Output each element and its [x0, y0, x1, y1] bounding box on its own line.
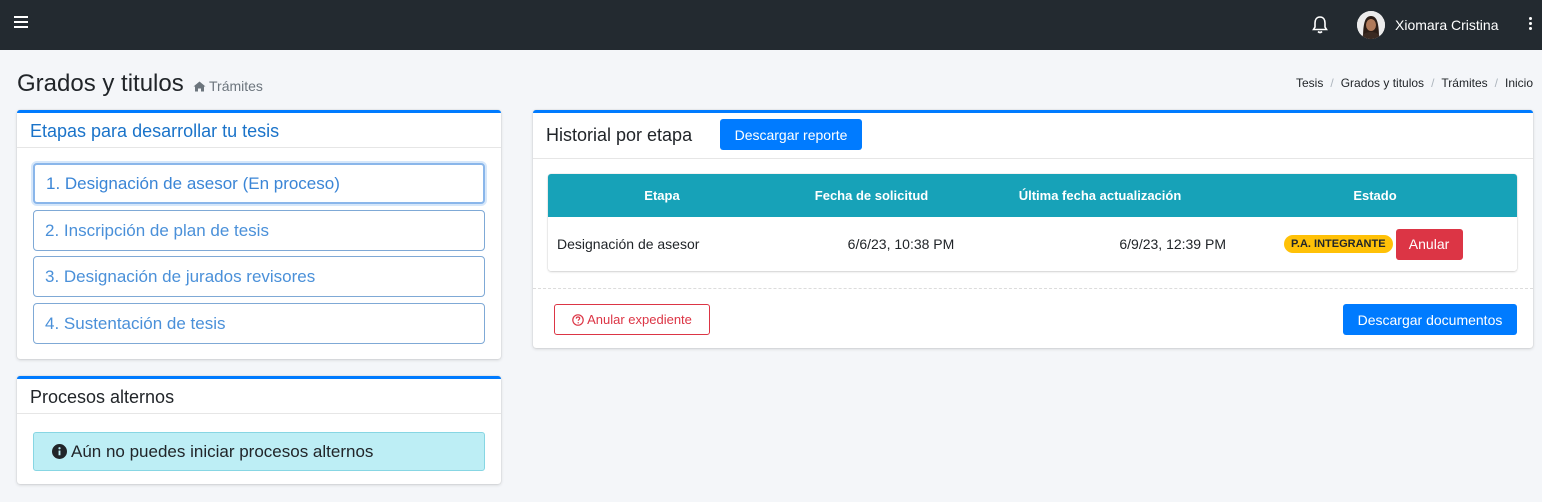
info-alert: Aún no puedes iniciar procesos alternos [33, 432, 485, 471]
bell-icon[interactable] [1311, 15, 1329, 35]
hamburger-menu-icon[interactable] [14, 16, 28, 34]
download-documents-button[interactable]: Descargar documentos [1343, 304, 1517, 335]
info-icon [52, 444, 67, 459]
user-name: Xiomara Cristina [1395, 17, 1499, 33]
kebab-menu-icon[interactable] [1527, 17, 1533, 33]
breadcrumb-item-tesis[interactable]: Tesis [1296, 76, 1323, 90]
column-header-estado: Estado [1353, 188, 1397, 203]
column-header-ultima-actualizacion: Última fecha actualización [1018, 188, 1182, 203]
divider [533, 288, 1533, 289]
info-alert-text: Aún no puedes iniciar procesos alternos [71, 441, 374, 461]
breadcrumb-separator: / [1494, 76, 1498, 90]
breadcrumb: Tesis / Grados y titulos / Trámites / In… [1296, 76, 1533, 90]
page-title: Grados y titulos [17, 70, 184, 97]
cancel-file-label: Anular expediente [587, 312, 692, 327]
cell-etapa: Designación de asesor [557, 236, 700, 252]
status-badge: P.A. INTEGRANTE [1284, 235, 1393, 253]
stage-item-sustentacion[interactable]: 4. Sustentación de tesis [33, 303, 485, 344]
table-header: Etapa Fecha de solicitud Última fecha ac… [548, 174, 1517, 217]
alternate-processes-title: Procesos alternos [17, 379, 501, 414]
history-card-header: Historial por etapa [533, 113, 1533, 159]
download-report-button[interactable]: Descargar reporte [720, 119, 862, 150]
cell-ultima-actualizacion: 6/9/23, 12:39 PM [1119, 236, 1226, 252]
cancel-file-button[interactable]: Anular expediente [554, 304, 710, 335]
breadcrumb-separator: / [1330, 76, 1334, 90]
user-menu[interactable]: Xiomara Cristina [1357, 11, 1498, 39]
stages-card: Etapas para desarrollar tu tesis 1. Desi… [17, 110, 501, 359]
stage-item-designacion-asesor[interactable]: 1. Designación de asesor (En proceso) [33, 163, 485, 204]
home-icon [193, 81, 206, 91]
breadcrumb-item-grados[interactable]: Grados y titulos [1341, 76, 1424, 90]
stages-card-title: Etapas para desarrollar tu tesis [17, 113, 501, 148]
page-subtitle: Trámites [193, 78, 263, 94]
stage-item-jurados-revisores[interactable]: 3. Designación de jurados revisores [33, 256, 485, 297]
question-circle-icon [572, 313, 584, 326]
breadcrumb-separator: / [1431, 76, 1435, 90]
top-navbar: Xiomara Cristina [0, 0, 1542, 50]
cell-fecha-solicitud: 6/6/23, 10:38 PM [847, 236, 955, 252]
breadcrumb-item-inicio: Inicio [1504, 76, 1533, 90]
avatar [1357, 11, 1385, 39]
page-subtitle-text: Trámites [209, 78, 263, 94]
cancel-stage-button[interactable]: Anular [1395, 228, 1463, 260]
cell-estado: P.A. INTEGRANTE Anular [1284, 217, 1463, 271]
table-row: Designación de asesor 6/6/23, 10:38 PM 6… [548, 217, 1517, 271]
history-card: Historial por etapa Descargar reporte Et… [533, 110, 1533, 348]
breadcrumb-item-tramites[interactable]: Trámites [1441, 76, 1487, 90]
history-table: Etapa Fecha de solicitud Última fecha ac… [548, 174, 1517, 271]
column-header-fecha-solicitud: Fecha de solicitud [814, 188, 929, 203]
alternate-processes-card: Procesos alternos Aún no puedes iniciar … [17, 376, 501, 484]
history-card-title: Historial por etapa [546, 125, 693, 145]
stage-item-inscripcion-plan[interactable]: 2. Inscripción de plan de tesis [33, 210, 485, 251]
column-header-etapa: Etapa [644, 188, 680, 203]
